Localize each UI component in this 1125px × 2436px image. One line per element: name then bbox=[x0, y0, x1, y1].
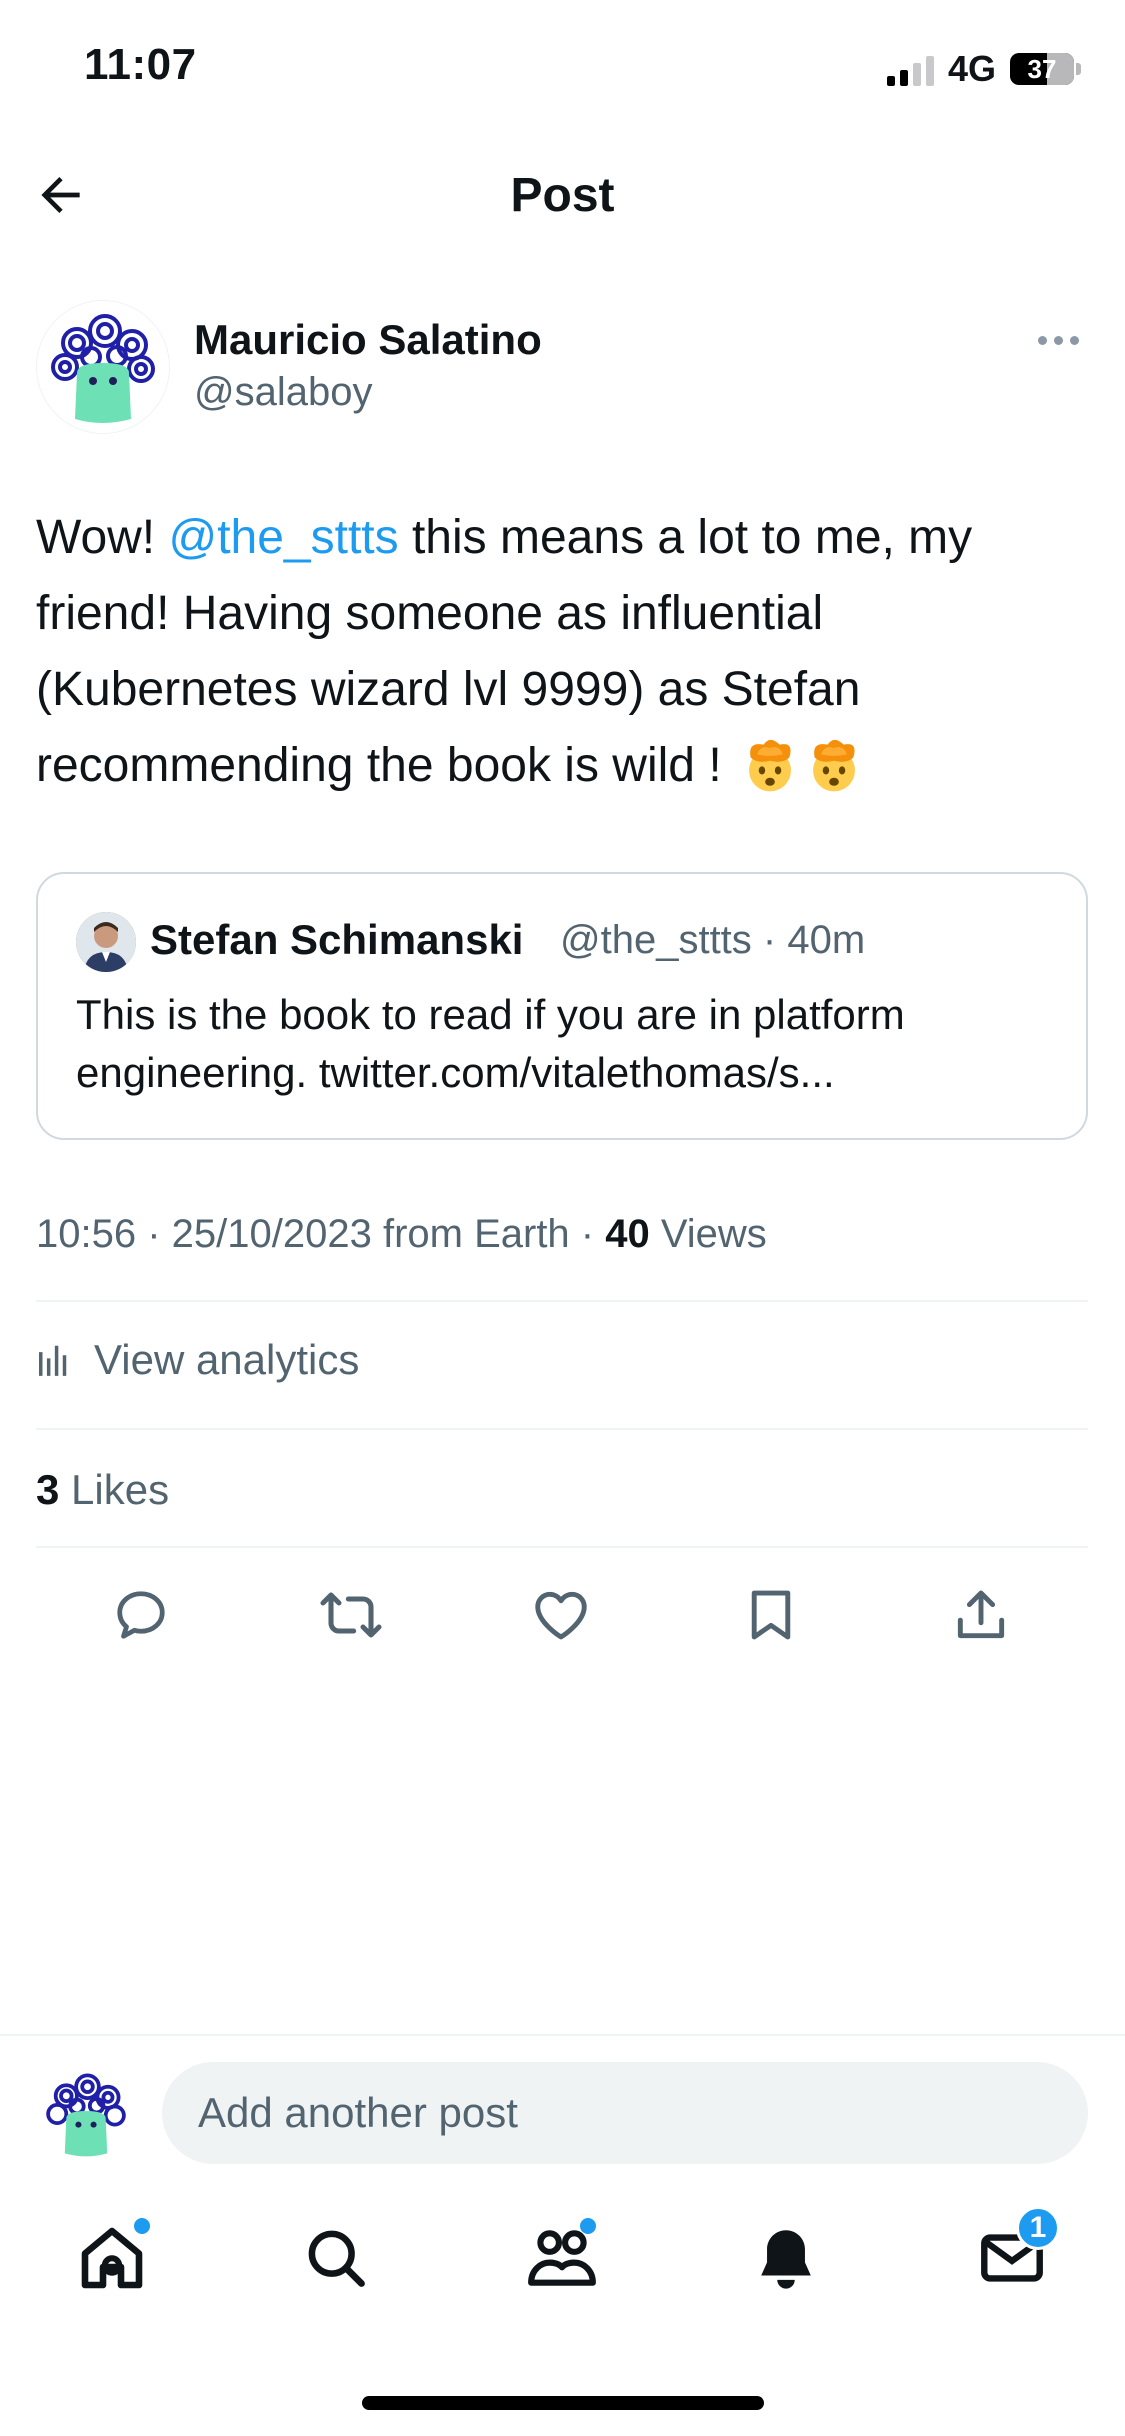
battery-level: 37 bbox=[1027, 53, 1057, 84]
quoted-author-name: Stefan Schimanski bbox=[150, 916, 524, 963]
search-icon bbox=[308, 2230, 365, 2287]
divider bbox=[36, 1546, 1088, 1548]
share-icon bbox=[957, 1590, 1005, 1639]
back-arrow-icon bbox=[41, 177, 80, 213]
like-button[interactable] bbox=[526, 1580, 596, 1650]
retweet-icon bbox=[320, 1592, 382, 1638]
quoted-post-text: This is the book to read if you are in p… bbox=[76, 991, 905, 1096]
post-prefix: Wow! bbox=[36, 511, 169, 564]
post-text: Wow! @the_sttts this means a lot to me, … bbox=[36, 500, 1086, 804]
quoted-author-handle: @the_sttts · 40m bbox=[560, 918, 866, 962]
avatar-image bbox=[37, 301, 169, 433]
analytics-icon bbox=[39, 1345, 67, 1376]
reply-icon bbox=[117, 1591, 165, 1639]
my-avatar[interactable] bbox=[36, 2064, 136, 2164]
page-title: Post bbox=[510, 169, 615, 222]
post-timestamp: 10:56 · 25/10/2023 from Earth · bbox=[36, 1212, 606, 1256]
mention-link[interactable]: @the_sttts bbox=[168, 511, 398, 564]
composer-divider bbox=[0, 2034, 1125, 2036]
home-indicator[interactable] bbox=[362, 2396, 764, 2410]
signal-icon bbox=[886, 52, 934, 86]
tab-communities[interactable] bbox=[522, 2218, 602, 2298]
likes-count: 3 bbox=[36, 1466, 60, 1513]
bell-icon bbox=[761, 2230, 811, 2289]
likes-link[interactable]: 3 Likes bbox=[36, 1466, 169, 1514]
bookmark-button[interactable] bbox=[736, 1580, 806, 1650]
messages-badge: 1 bbox=[1016, 2206, 1060, 2250]
view-analytics-button[interactable]: View analytics bbox=[36, 1336, 359, 1384]
bookmark-icon bbox=[751, 1590, 791, 1640]
battery-icon: 37 bbox=[1010, 53, 1074, 85]
back-button[interactable] bbox=[26, 160, 96, 230]
author-handle[interactable]: @salaboy bbox=[194, 370, 372, 415]
share-button[interactable] bbox=[946, 1580, 1016, 1650]
reply-composer-input[interactable]: Add another post bbox=[162, 2062, 1088, 2164]
like-icon bbox=[535, 1591, 587, 1640]
exploding-head-emoji-icon bbox=[749, 739, 791, 792]
quoted-post[interactable]: Stefan Schimanski @the_sttts · 40m This … bbox=[36, 872, 1088, 1140]
divider bbox=[36, 1428, 1088, 1430]
views-label: Views bbox=[649, 1212, 767, 1256]
tab-notifications[interactable] bbox=[746, 2218, 826, 2298]
avatar-image bbox=[36, 2064, 136, 2164]
composer-placeholder: Add another post bbox=[198, 2089, 518, 2136]
tab-messages[interactable]: 1 bbox=[972, 2206, 1060, 2298]
likes-label: Likes bbox=[59, 1466, 170, 1513]
tab-home[interactable] bbox=[72, 2218, 152, 2298]
status-indicators: 4G 37 bbox=[886, 48, 1081, 90]
status-time: 11:07 bbox=[84, 40, 197, 89]
network-label: 4G bbox=[947, 48, 996, 89]
quoted-author-avatar bbox=[76, 912, 136, 972]
home-notification-dot bbox=[134, 2218, 150, 2234]
author-name[interactable]: Mauricio Salatino bbox=[194, 316, 542, 364]
more-options-icon[interactable] bbox=[1038, 330, 1084, 350]
views-count: 40 bbox=[605, 1212, 650, 1256]
communities-notification-dot bbox=[580, 2218, 596, 2234]
view-analytics-label: View analytics bbox=[94, 1336, 360, 1383]
tab-search[interactable] bbox=[296, 2218, 376, 2298]
retweet-button[interactable] bbox=[316, 1580, 386, 1650]
reply-button[interactable] bbox=[106, 1580, 176, 1650]
battery-nub bbox=[1076, 63, 1081, 75]
exploding-head-emoji-icon bbox=[813, 739, 855, 792]
post-meta: 10:56 · 25/10/2023 from Earth · 40 Views bbox=[36, 1212, 767, 1257]
avatar-image bbox=[76, 912, 136, 972]
divider bbox=[36, 1300, 1088, 1302]
author-avatar[interactable] bbox=[36, 300, 170, 434]
